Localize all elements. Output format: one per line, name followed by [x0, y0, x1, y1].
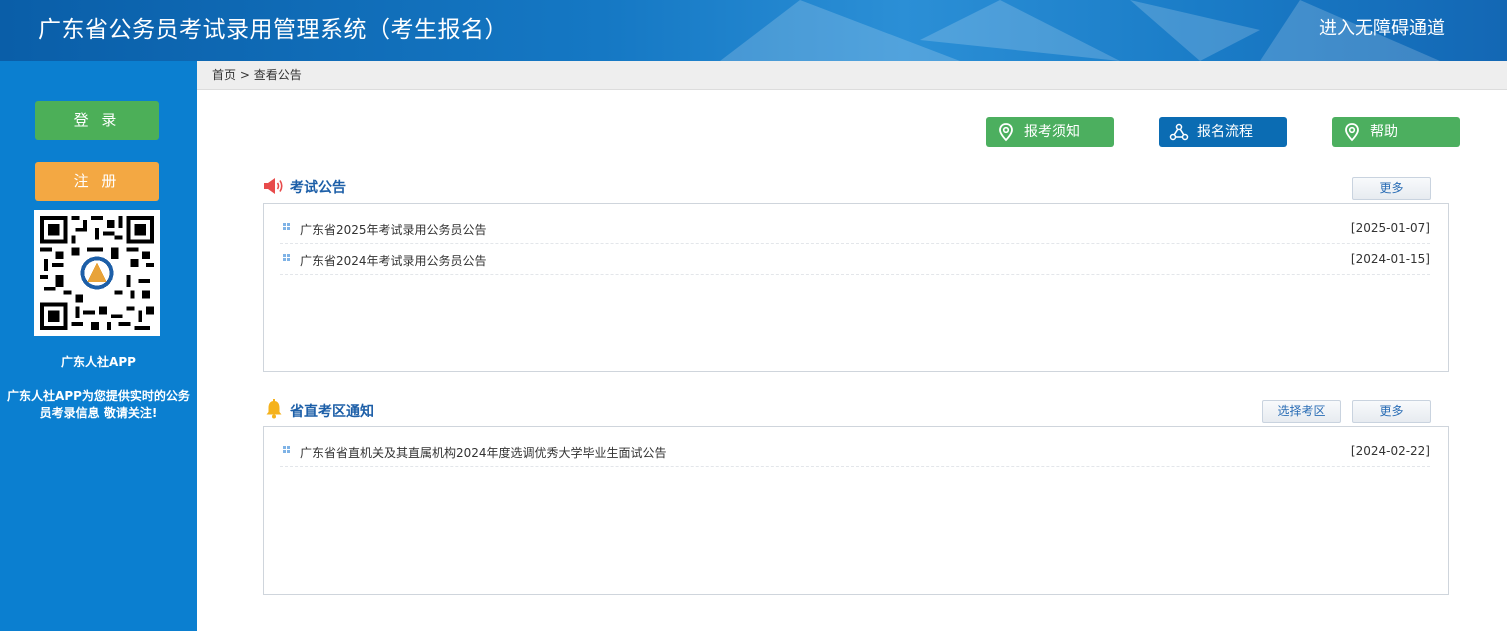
- app-name: 广东人社APP: [61, 355, 136, 369]
- bell-icon: [266, 399, 282, 419]
- sidebar: 登 录 注 册 广东人社APP 广东人社APP为您提供实时的公务员考录信息 敬请…: [0, 61, 197, 631]
- grid-bullet-icon: [283, 446, 291, 454]
- list-item[interactable]: 广东省2024年考试录用公务员公告 [2024-01-15]: [280, 244, 1430, 275]
- login-button[interactable]: 登 录: [35, 101, 159, 140]
- list-item[interactable]: 广东省省直机关及其直属机构2024年度选调优秀大学毕业生面试公告 [2024-0…: [280, 436, 1430, 467]
- accessibility-link[interactable]: 进入无障碍通道: [1319, 14, 1445, 40]
- help-button[interactable]: 帮助: [1332, 117, 1460, 147]
- breadcrumb-home[interactable]: 首页: [212, 68, 236, 82]
- grid-bullet-icon: [283, 223, 291, 231]
- region-more-button[interactable]: 更多: [1352, 400, 1431, 423]
- location-pin-icon: [999, 123, 1013, 142]
- region-notices-panel: 广东省省直机关及其直属机构2024年度选调优秀大学毕业生面试公告 [2024-0…: [263, 426, 1449, 595]
- notice-label: 报考须知: [1024, 124, 1080, 140]
- location-pin-icon: [1345, 123, 1359, 142]
- region-notices-title: 省直考区通知: [290, 404, 374, 420]
- breadcrumb-current: 查看公告: [253, 68, 302, 82]
- announcement-date: [2024-01-15]: [1350, 252, 1430, 266]
- process-label: 报名流程: [1197, 124, 1253, 140]
- exam-more-button[interactable]: 更多: [1352, 177, 1431, 200]
- announcement-title[interactable]: 广东省2024年考试录用公务员公告: [300, 252, 487, 269]
- notice-button[interactable]: 报考须知: [986, 117, 1114, 147]
- breadcrumb: 首页 > 查看公告: [197, 61, 1507, 90]
- flow-triangle-icon: [1169, 123, 1189, 141]
- help-label: 帮助: [1370, 124, 1398, 140]
- notice-date: [2024-02-22]: [1350, 444, 1430, 458]
- process-button[interactable]: 报名流程: [1159, 117, 1287, 147]
- select-region-button[interactable]: 选择考区: [1262, 400, 1341, 423]
- app-qr-code: [34, 210, 160, 336]
- notice-title[interactable]: 广东省省直机关及其直属机构2024年度选调优秀大学毕业生面试公告: [300, 444, 667, 461]
- grid-bullet-icon: [283, 254, 291, 262]
- system-title: 广东省公务员考试录用管理系统（考生报名）: [38, 17, 508, 43]
- megaphone-icon: [264, 178, 283, 194]
- exam-announcements-panel: 广东省2025年考试录用公务员公告 [2025-01-07] 广东省2024年考…: [263, 203, 1449, 372]
- exam-announcements-title: 考试公告: [290, 180, 346, 196]
- list-item[interactable]: 广东省2025年考试录用公务员公告 [2025-01-07]: [280, 213, 1430, 244]
- page-header: 广东省公务员考试录用管理系统（考生报名） 进入无障碍通道: [0, 0, 1507, 61]
- register-button[interactable]: 注 册: [35, 162, 159, 201]
- announcement-date: [2025-01-07]: [1350, 221, 1430, 235]
- announcement-title[interactable]: 广东省2025年考试录用公务员公告: [300, 221, 487, 238]
- app-description: 广东人社APP为您提供实时的公务员考录信息 敬请关注!: [7, 389, 190, 420]
- breadcrumb-separator: >: [239, 68, 250, 82]
